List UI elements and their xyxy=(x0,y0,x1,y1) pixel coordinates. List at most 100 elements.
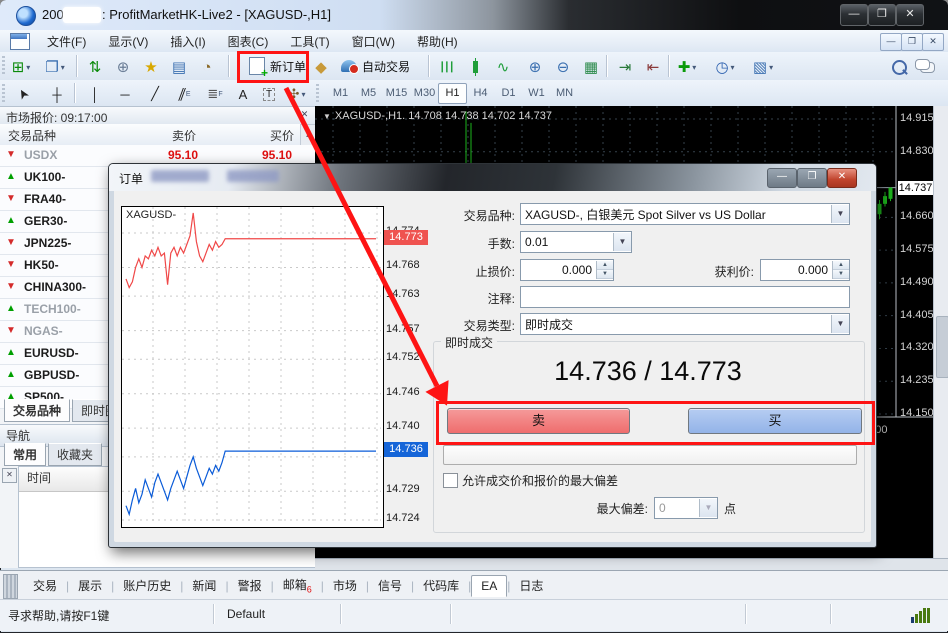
alerts-close-icon[interactable]: ✕ xyxy=(2,468,17,483)
trendline-tool[interactable]: ╱ xyxy=(142,82,168,106)
terminal-panel-icon[interactable] xyxy=(3,574,18,599)
search-icon[interactable] xyxy=(886,54,912,80)
chevron-down-icon[interactable]: ▼ xyxy=(831,205,849,223)
zoom-in-button[interactable]: ⊕ xyxy=(522,54,548,80)
timeframe-h1[interactable]: H1 xyxy=(438,83,467,104)
navigator-toggle-button[interactable]: ★ xyxy=(138,54,164,80)
menu-item-tools[interactable]: 工具(T) xyxy=(279,31,340,52)
takeprofit-spinner[interactable]: 0.000 ▲▼ xyxy=(760,259,850,281)
arrows-tool[interactable]: ✣▾ xyxy=(284,82,310,106)
scrollbar-thumb[interactable] xyxy=(936,316,948,378)
profiles-button[interactable]: ❐▾ xyxy=(42,54,68,80)
stoploss-spinner[interactable]: 0.000 ▲▼ xyxy=(520,259,614,281)
spinner-arrows[interactable]: ▲▼ xyxy=(596,261,613,279)
window-maximize-button[interactable]: ❐ xyxy=(868,4,896,26)
terminal-tab-0[interactable]: 交易 xyxy=(24,574,66,597)
timeframe-m15[interactable]: M15 xyxy=(382,83,411,104)
vertical-line-tool[interactable]: │ xyxy=(82,82,108,106)
menu-item-insert[interactable]: 插入(I) xyxy=(159,31,216,52)
autotrading-button[interactable]: 自动交易 xyxy=(336,54,415,78)
timeframe-m1[interactable]: M1 xyxy=(326,83,355,104)
fibonacci-tool[interactable]: ≣F xyxy=(202,82,228,106)
price-scale-label: 14.490 xyxy=(900,276,934,288)
menu-item-help[interactable]: 帮助(H) xyxy=(406,31,469,52)
expert-remove-icon[interactable]: ◆ xyxy=(308,54,334,80)
terminal-tab-5[interactable]: 邮箱6 xyxy=(274,573,321,597)
strategy-tester-button[interactable]: ◔ xyxy=(194,54,220,80)
text-label-tool[interactable]: T xyxy=(256,82,282,106)
navigator-tab-0[interactable]: 常用 xyxy=(4,443,46,466)
symbol-select[interactable]: XAGUSD-, 白银美元 Spot Silver vs US Dollar▼ xyxy=(520,203,850,225)
tile-windows-button[interactable]: ▦ xyxy=(578,54,604,80)
terminal-tab-1[interactable]: 展示 xyxy=(69,574,111,597)
menu-item-window[interactable]: 窗口(W) xyxy=(341,31,406,52)
terminal-tab-10[interactable]: 日志 xyxy=(510,574,552,597)
market-watch-tab-0[interactable]: 交易品种 xyxy=(4,399,70,422)
volume-select[interactable]: 0.01▼ xyxy=(520,231,632,253)
column-buy[interactable]: 买价 xyxy=(270,127,294,144)
column-symbol[interactable]: 交易品种 xyxy=(8,127,56,144)
channel-tool[interactable]: ∥E xyxy=(172,82,198,106)
dialog-restore-button[interactable]: ❐ xyxy=(797,168,827,188)
tick-scale-label: 14.752 xyxy=(386,351,420,363)
crosshair-tool[interactable]: ┼ xyxy=(44,82,70,106)
cursor-tool[interactable]: ➤ xyxy=(10,82,36,106)
comment-input[interactable] xyxy=(520,286,850,308)
terminal-tab-6[interactable]: 市场 xyxy=(324,574,366,597)
candlestick-chart-type-button[interactable] xyxy=(462,54,488,80)
column-sell[interactable]: 卖价 xyxy=(172,127,196,144)
order-dialog-titlebar[interactable]: 订单 — ❐ ✕ xyxy=(109,164,876,191)
terminal-tab-8[interactable]: 代码库 xyxy=(414,574,468,597)
indicators-button[interactable]: ✚▾ xyxy=(674,54,700,80)
chart-price-scale[interactable]: 14.737 14.91514.83014.66014.57514.49014.… xyxy=(898,106,933,558)
status-profile-name[interactable]: Default xyxy=(227,607,265,621)
navigator-tab-1[interactable]: 收藏夹 xyxy=(48,443,102,466)
max-deviation-checkbox-label[interactable]: 允许成交价和报价的最大偏差 xyxy=(462,472,618,489)
timeframe-m5[interactable]: M5 xyxy=(354,83,383,104)
menu-item-file[interactable]: 文件(F) xyxy=(36,31,97,52)
menu-item-view[interactable]: 显示(V) xyxy=(97,31,159,52)
window-minimize-button[interactable]: — xyxy=(840,4,868,26)
vertical-scrollbar[interactable] xyxy=(933,106,948,558)
timeframe-m30[interactable]: M30 xyxy=(410,83,439,104)
dialog-minimize-button[interactable]: — xyxy=(767,168,797,188)
mdi-minimize-button[interactable]: — xyxy=(880,33,902,51)
toolbar-separator xyxy=(74,83,75,103)
mdi-restore-button[interactable]: ❐ xyxy=(901,33,923,51)
data-window-toggle-button[interactable]: ⊕ xyxy=(110,54,136,80)
new-chart-button[interactable]: ⊞▾ xyxy=(8,54,34,80)
timeframe-w1[interactable]: W1 xyxy=(522,83,551,104)
text-tool[interactable]: A xyxy=(230,82,256,106)
line-chart-type-button[interactable]: ∿ xyxy=(490,54,516,80)
window-close-button[interactable]: ✕ xyxy=(896,4,924,26)
zoom-out-button[interactable]: ⊖ xyxy=(550,54,576,80)
timeframe-mn[interactable]: MN xyxy=(550,83,579,104)
terminal-toggle-button[interactable]: ▤ xyxy=(166,54,192,80)
menu-item-charts[interactable]: 图表(C) xyxy=(217,31,280,52)
order-type-select[interactable]: 即时成交▼ xyxy=(520,313,850,335)
spinner-arrows[interactable]: ▲▼ xyxy=(832,261,849,279)
templates-button[interactable]: ▧▾ xyxy=(750,54,776,80)
terminal-tab-3[interactable]: 新闻 xyxy=(183,574,225,597)
max-deviation-checkbox[interactable] xyxy=(443,473,458,488)
chevron-down-icon[interactable]: ▼ xyxy=(831,315,849,333)
chevron-down-icon[interactable]: ▼ xyxy=(323,112,331,121)
mdi-close-button[interactable]: ✕ xyxy=(922,33,944,51)
max-deviation-select[interactable]: 0▼ xyxy=(654,497,718,519)
bar-chart-type-button[interactable]: ☰ xyxy=(434,54,460,80)
terminal-tab-4[interactable]: 警报 xyxy=(229,574,271,597)
terminal-tab-7[interactable]: 信号 xyxy=(369,574,411,597)
market-watch-toggle-button[interactable]: ⇅ xyxy=(82,54,108,80)
terminal-tab-2[interactable]: 账户历史 xyxy=(114,574,180,597)
chart-shift-button[interactable]: ⇥ xyxy=(612,54,638,80)
dialog-close-button[interactable]: ✕ xyxy=(827,168,857,188)
timeframe-d1[interactable]: D1 xyxy=(494,83,523,104)
horizontal-line-tool[interactable]: ─ xyxy=(112,82,138,106)
auto-scroll-button[interactable]: ⇤ xyxy=(640,54,666,80)
chevron-down-icon[interactable]: ▼ xyxy=(613,233,631,251)
periods-button[interactable]: ◷▾ xyxy=(712,54,738,80)
terminal-tab-9[interactable]: EA xyxy=(471,575,507,597)
timeframe-h4[interactable]: H4 xyxy=(466,83,495,104)
market-watch-close-icon[interactable]: ✕ xyxy=(298,108,311,121)
chat-icon[interactable] xyxy=(914,54,940,80)
